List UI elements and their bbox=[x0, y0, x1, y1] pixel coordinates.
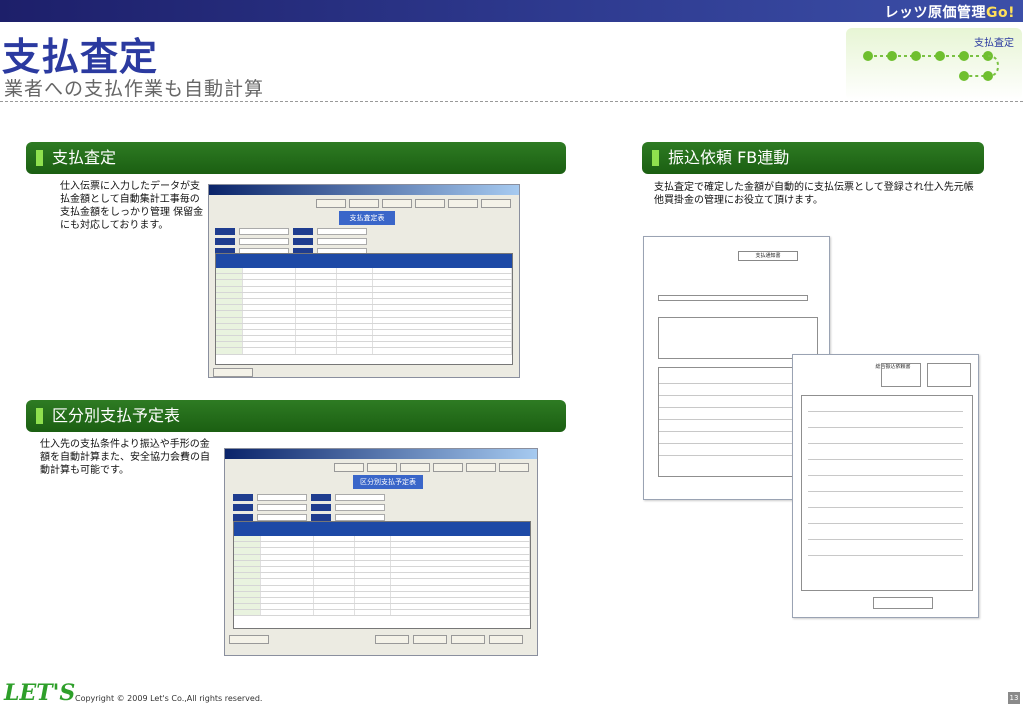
payment-assessment-description: 仕入伝票に入力したデータが支払金額として自動集計工事毎の支払金額をしっかり管理 … bbox=[60, 181, 204, 231]
brand-prefix: レッツ原価管理 bbox=[884, 5, 986, 21]
toolbar-button[interactable] bbox=[316, 199, 346, 208]
payment-notice-title: 支払通知書 bbox=[738, 251, 798, 261]
toolbar-button[interactable] bbox=[382, 199, 412, 208]
copyright-text: Copyright © 2009 Let's Co.,All rights re… bbox=[75, 694, 263, 703]
header-divider bbox=[0, 101, 1023, 102]
section-heading-fb-transfer: 振込依頼 FB連動 bbox=[642, 142, 984, 174]
toolbar-button[interactable] bbox=[400, 463, 430, 472]
step-indicator: 支払査定 bbox=[846, 28, 1022, 100]
window-footer-button[interactable] bbox=[213, 368, 253, 377]
window-caption: 支払査定表 bbox=[339, 211, 395, 225]
toolbar-button[interactable] bbox=[466, 463, 496, 472]
slide: レッツ原価管理Go! 支払査定 業者への支払作業も自動計算 支払査定 支払査定 … bbox=[0, 0, 1023, 708]
toolbar-button[interactable] bbox=[499, 463, 529, 472]
window-titlebar bbox=[209, 185, 519, 195]
step-dots-icon bbox=[863, 51, 1000, 81]
toolbar-button[interactable] bbox=[433, 463, 463, 472]
action-button[interactable] bbox=[413, 635, 447, 644]
toolbar-button[interactable] bbox=[349, 199, 379, 208]
toolbar-button[interactable] bbox=[334, 463, 364, 472]
window-caption: 区分別支払予定表 bbox=[353, 475, 423, 489]
window-toolbar bbox=[334, 463, 529, 472]
schedule-window: 区分別支払予定表 bbox=[224, 448, 538, 656]
toolbar-button[interactable] bbox=[448, 199, 478, 208]
fb-transfer-description: 支払査定で確定した金額が自動的に支払伝票として登録され仕入先元帳他買掛金の管理に… bbox=[654, 182, 974, 206]
top-banner: レッツ原価管理Go! bbox=[0, 0, 1023, 22]
section-heading-schedule: 区分別支払予定表 bbox=[26, 400, 566, 432]
section-heading-payment-assessment: 支払査定 bbox=[26, 142, 566, 174]
payment-assessment-window: 支払査定表 bbox=[208, 184, 520, 378]
page-subtitle: 業者への支払作業も自動計算 bbox=[4, 78, 265, 100]
brand-suffix: Go! bbox=[986, 5, 1015, 21]
bulk-transfer-request-document: 総合振込依頼書 bbox=[792, 354, 979, 618]
brand-title: レッツ原価管理Go! bbox=[885, 2, 1016, 22]
page-number: 13 bbox=[1008, 692, 1020, 704]
window-titlebar bbox=[225, 449, 537, 459]
filter-form bbox=[233, 493, 385, 523]
payment-grid[interactable] bbox=[215, 253, 513, 365]
window-action-buttons bbox=[375, 635, 523, 644]
toolbar-button[interactable] bbox=[481, 199, 511, 208]
window-toolbar bbox=[316, 199, 511, 208]
toolbar-button[interactable] bbox=[367, 463, 397, 472]
action-button[interactable] bbox=[489, 635, 523, 644]
page-title: 支払査定 bbox=[2, 35, 159, 79]
schedule-description: 仕入先の支払条件より振込や手形の金額を自動計算また、安全協力会費の自動計算も可能… bbox=[40, 439, 210, 476]
window-footer-button[interactable] bbox=[229, 635, 269, 644]
schedule-grid[interactable] bbox=[233, 521, 531, 629]
action-button[interactable] bbox=[451, 635, 485, 644]
action-button[interactable] bbox=[375, 635, 409, 644]
toolbar-button[interactable] bbox=[415, 199, 445, 208]
company-logo: LET'S bbox=[4, 680, 76, 706]
